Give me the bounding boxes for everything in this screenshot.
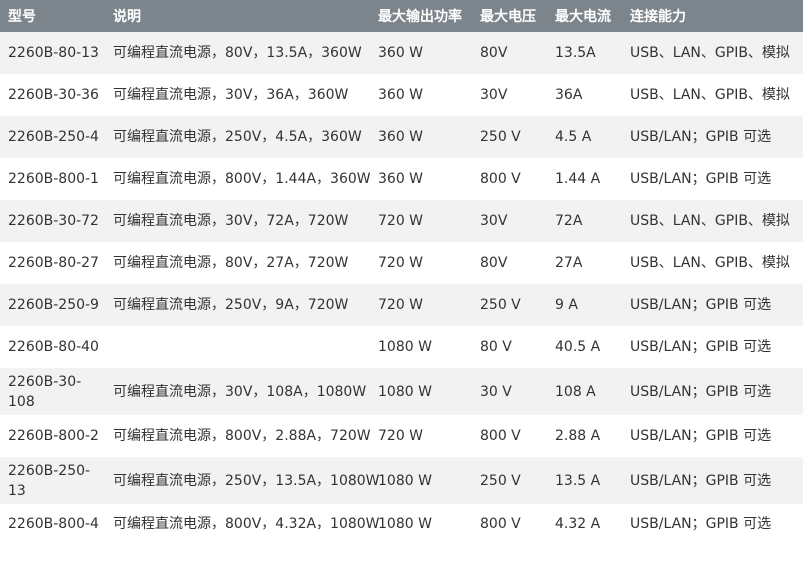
cell-model: 2260B-80-40	[0, 326, 105, 368]
cell-max-power: 360 W	[370, 32, 472, 74]
cell-max-current: 4.5 A	[547, 116, 622, 158]
cell-connectivity: USB、LAN、GPIB、模拟	[622, 32, 803, 74]
cell-connectivity: USB/LAN；GPIB 可选	[622, 116, 803, 158]
cell-max-current: 1.44 A	[547, 158, 622, 200]
cell-max-voltage: 80V	[472, 242, 547, 284]
table-row: 2260B-30-72 可编程直流电源，30V，72A，720W 720 W 3…	[0, 200, 803, 242]
cell-max-power: 720 W	[370, 284, 472, 326]
cell-description: 可编程直流电源，800V，1.44A，360W	[105, 158, 371, 200]
header-max-current: 最大电流	[547, 0, 622, 32]
cell-model: 2260B-800-2	[0, 415, 105, 457]
cell-max-power: 360 W	[370, 116, 472, 158]
cell-max-power: 1080 W	[370, 457, 472, 504]
cell-max-current: 36A	[547, 74, 622, 116]
header-max-voltage: 最大电压	[472, 0, 547, 32]
cell-max-current: 13.5 A	[547, 457, 622, 504]
cell-max-voltage: 80V	[472, 32, 547, 74]
cell-max-current: 27A	[547, 242, 622, 284]
table-row: 2260B-80-27 可编程直流电源，80V，27A，720W 720 W 8…	[0, 242, 803, 284]
cell-max-current: 40.5 A	[547, 326, 622, 368]
cell-connectivity: USB/LAN；GPIB 可选	[622, 158, 803, 200]
cell-max-current: 72A	[547, 200, 622, 242]
cell-max-voltage: 30 V	[472, 368, 547, 415]
cell-max-voltage: 250 V	[472, 457, 547, 504]
cell-model: 2260B-80-27	[0, 242, 105, 284]
cell-max-power: 720 W	[370, 242, 472, 284]
table-row: 2260B-30-108 可编程直流电源，30V，108A，1080W 1080…	[0, 368, 803, 415]
cell-model: 2260B-800-4	[0, 504, 105, 544]
cell-connectivity: USB、LAN、GPIB、模拟	[622, 242, 803, 284]
cell-description: 可编程直流电源，250V，13.5A，1080W	[105, 457, 380, 504]
product-spec-table: 型号 说明 最大输出功率 最大电压 最大电流 连接能力 2260B-80-13 …	[0, 0, 803, 544]
cell-max-power: 720 W	[370, 415, 472, 457]
cell-max-current: 9 A	[547, 284, 622, 326]
cell-model: 2260B-30-36	[0, 74, 105, 116]
cell-connectivity: USB、LAN、GPIB、模拟	[622, 200, 803, 242]
cell-max-voltage: 800 V	[472, 158, 547, 200]
table-row: 2260B-800-4 可编程直流电源，800V，4.32A，1080W 108…	[0, 504, 803, 544]
cell-description: 可编程直流电源，250V，9A，720W	[105, 284, 370, 326]
cell-max-current: 4.32 A	[547, 504, 622, 544]
header-max-power: 最大输出功率	[370, 0, 472, 32]
table-row: 2260B-80-40 1080 W 80 V 40.5 A USB/LAN；G…	[0, 326, 803, 368]
table-row: 2260B-250-9 可编程直流电源，250V，9A，720W 720 W 2…	[0, 284, 803, 326]
header-model: 型号	[0, 0, 105, 32]
cell-model: 2260B-250-13	[0, 457, 105, 504]
cell-model: 2260B-30-108	[0, 368, 105, 415]
cell-max-voltage: 30V	[472, 74, 547, 116]
table-row: 2260B-250-4 可编程直流电源，250V，4.5A，360W 360 W…	[0, 116, 803, 158]
cell-description: 可编程直流电源，800V，2.88A，720W	[105, 415, 371, 457]
cell-max-current: 108 A	[547, 368, 622, 415]
cell-description: 可编程直流电源，30V，108A，1080W	[105, 368, 370, 415]
cell-model: 2260B-250-4	[0, 116, 105, 158]
cell-connectivity: USB/LAN；GPIB 可选	[622, 504, 803, 544]
table-row: 2260B-80-13 可编程直流电源，80V，13.5A，360W 360 W…	[0, 32, 803, 74]
cell-connectivity: USB/LAN；GPIB 可选	[622, 326, 803, 368]
table-header-row: 型号 说明 最大输出功率 最大电压 最大电流 连接能力	[0, 0, 803, 32]
cell-description: 可编程直流电源，250V，4.5A，360W	[105, 116, 370, 158]
cell-connectivity: USB/LAN；GPIB 可选	[622, 368, 803, 415]
cell-max-power: 360 W	[370, 74, 472, 116]
cell-model: 2260B-80-13	[0, 32, 105, 74]
header-description: 说明	[105, 0, 370, 32]
cell-connectivity: USB、LAN、GPIB、模拟	[622, 74, 803, 116]
cell-description: 可编程直流电源，80V，27A，720W	[105, 242, 370, 284]
cell-description: 可编程直流电源，800V，4.32A，1080W	[105, 504, 380, 544]
cell-description	[105, 326, 370, 368]
cell-max-voltage: 250 V	[472, 284, 547, 326]
cell-model: 2260B-250-9	[0, 284, 105, 326]
cell-max-current: 13.5A	[547, 32, 622, 74]
cell-max-voltage: 80 V	[472, 326, 547, 368]
cell-model: 2260B-30-72	[0, 200, 105, 242]
table-row: 2260B-800-1 可编程直流电源，800V，1.44A，360W 360 …	[0, 158, 803, 200]
cell-connectivity: USB/LAN；GPIB 可选	[622, 415, 803, 457]
header-connectivity: 连接能力	[622, 0, 803, 32]
cell-max-voltage: 30V	[472, 200, 547, 242]
table-row: 2260B-250-13 可编程直流电源，250V，13.5A，1080W 10…	[0, 457, 803, 504]
table-row: 2260B-30-36 可编程直流电源，30V，36A，360W 360 W 3…	[0, 74, 803, 116]
cell-max-current: 2.88 A	[547, 415, 622, 457]
cell-model: 2260B-800-1	[0, 158, 105, 200]
cell-max-power: 1080 W	[370, 504, 472, 544]
cell-max-power: 1080 W	[370, 326, 472, 368]
cell-max-power: 720 W	[370, 200, 472, 242]
cell-description: 可编程直流电源，80V，13.5A，360W	[105, 32, 370, 74]
table-row: 2260B-800-2 可编程直流电源，800V，2.88A，720W 720 …	[0, 415, 803, 457]
cell-max-voltage: 800 V	[472, 415, 547, 457]
cell-max-voltage: 250 V	[472, 116, 547, 158]
cell-connectivity: USB/LAN；GPIB 可选	[622, 457, 803, 504]
cell-description: 可编程直流电源，30V，36A，360W	[105, 74, 370, 116]
cell-max-power: 1080 W	[370, 368, 472, 415]
cell-max-power: 360 W	[370, 158, 472, 200]
cell-max-voltage: 800 V	[472, 504, 547, 544]
cell-description: 可编程直流电源，30V，72A，720W	[105, 200, 370, 242]
cell-connectivity: USB/LAN；GPIB 可选	[622, 284, 803, 326]
